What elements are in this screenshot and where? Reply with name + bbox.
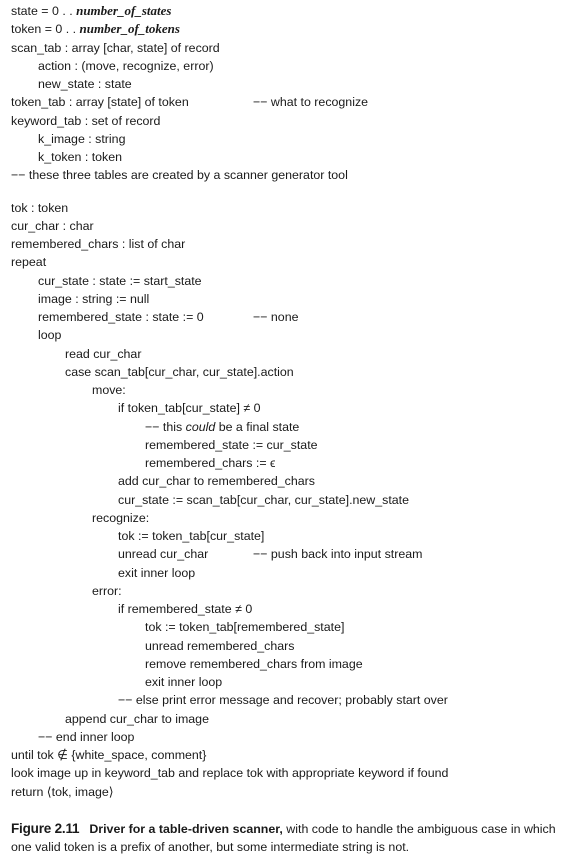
code-line: k_token : token [38,150,123,164]
code-line: tok : token [11,200,69,215]
figure-caption: Figure 2.11 Driver for a table-driven sca… [11,820,576,856]
code-line: cur_state := scan_tab[cur_char, cur_stat… [118,492,410,507]
code-line: keyword_tab : set of record [11,113,161,128]
code-line: repeat [11,255,47,270]
code-comment: −− none [253,310,299,324]
code-comment: −− this could be a final state [11,418,576,436]
code-line: remove remembered_chars from image [145,656,363,671]
code-line: add cur_char to remembered_chars [118,474,315,489]
code-text: token = 0 . . [11,22,80,37]
code-line: if remembered_state ≠ 0 [118,602,253,616]
code-text: unread cur_char [118,547,209,562]
page: state = 0 . . number_of_states token = 0… [0,0,581,863]
code-line: return ⟨tok, image⟩ [11,784,114,799]
code-line: unread cur_char −− push back into input s… [11,545,576,563]
code-line: until tok ∉ {white_space, comment} [11,748,207,762]
code-line: append cur_char to image [65,711,209,726]
code-text: be a final state [215,419,300,434]
figure-label: Figure 2.11 [11,821,80,836]
code-text: token_tab : array [state] of token [11,95,189,110]
code-line: look image up in keyword_tab and replace… [11,766,449,781]
code-line: remembered_chars : list of char [11,237,186,251]
code-line: scan_tab : array [char, state] of record [11,40,220,55]
code-line: tok := token_tab[cur_state] [118,529,265,543]
code-comment: −− end inner loop [38,729,135,744]
code-line: remembered_chars := ϵ [145,456,276,470]
code-line: case scan_tab[cur_char, cur_state].actio… [65,364,294,379]
code-comment: −− push back into input stream [253,547,423,562]
code-text: −− this [145,419,186,434]
code-line: tok := token_tab[remembered_state] [145,620,345,635]
code-line: remembered_state := cur_state [145,437,318,452]
code-line: token = 0 . . number_of_tokens [11,20,576,38]
code-line: exit inner loop [118,565,196,580]
caption-title: Driver for a table-driven scanner, [89,822,283,836]
code-comment: −− else print error message and recover;… [118,693,448,708]
code-line: if token_tab[cur_state] ≠ 0 [118,401,261,416]
code-line: token_tab : array [state] of token −− wha… [11,93,576,111]
code-line: exit inner loop [145,675,223,689]
code-text: state = 0 . . [11,4,77,18]
code-line: remembered_state : state := 0 −− none [11,308,576,326]
code-line: image : string := null [38,291,150,306]
code-line: read cur_char [65,346,142,361]
code-text: remembered_state : state := 0 [38,310,204,324]
code-line: move: [92,383,126,397]
code-emphasis: could [185,419,216,434]
code-comment: −− these three tables are created by a s… [11,168,348,183]
code-identifier: number_of_states [76,3,172,18]
code-identifier: number_of_tokens [79,21,180,37]
code-line: action : (move, recognize, error) [38,58,214,73]
code-line: new_state : state [38,77,132,91]
code-line: unread remembered_chars [145,638,295,653]
code-line: cur_state : state := start_state [38,273,202,288]
code-line: state = 0 . . number_of_states [11,2,576,20]
code-line: cur_char : char [11,218,94,233]
code-line: recognize: [92,510,150,525]
code-listing: state = 0 . . number_of_states token = 0… [11,2,576,801]
code-comment: −− what to recognize [253,95,369,110]
code-line: error: [92,583,122,598]
code-line: k_image : string [38,131,126,146]
code-line: loop [38,328,62,343]
